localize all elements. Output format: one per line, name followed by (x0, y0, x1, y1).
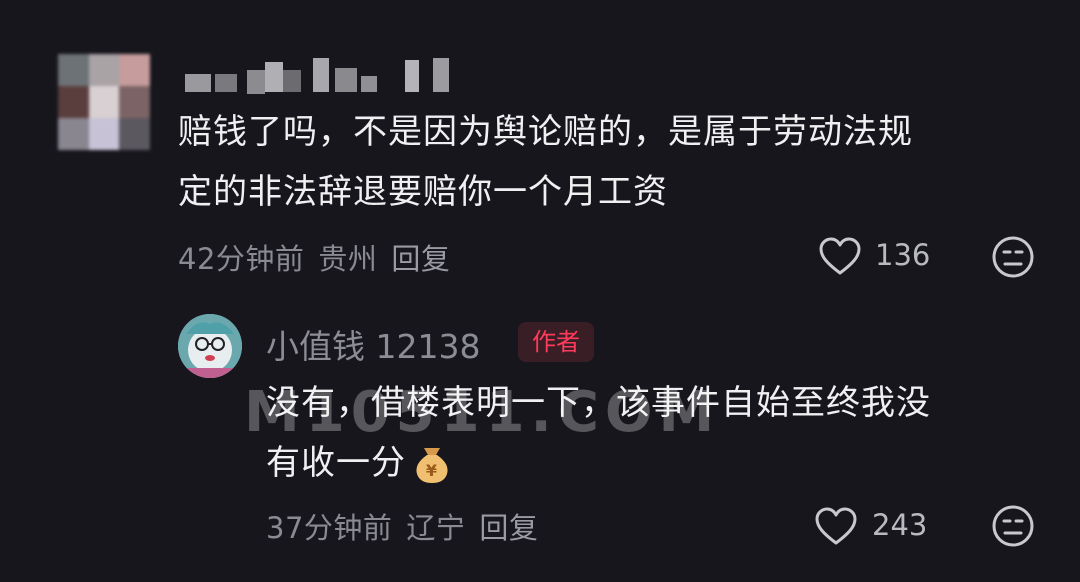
reply-time: 37分钟前 (266, 511, 393, 545)
heart-outline-icon (815, 507, 857, 545)
reply-dislike-button[interactable] (991, 504, 1035, 552)
reply-like-button[interactable] (814, 506, 858, 550)
blurred-username[interactable] (185, 58, 475, 96)
reply-meta: 37分钟前 辽宁 回复 (266, 505, 538, 547)
reply-location: 辽宁 (406, 511, 466, 545)
neutral-face-icon (992, 236, 1034, 278)
avatar-image (178, 314, 242, 378)
comment-like-count: 136 (875, 238, 931, 272)
reply-username[interactable]: 小值钱 12138 (266, 320, 480, 368)
reply-like-count: 243 (872, 508, 928, 542)
comment-reply-button[interactable]: 回复 (391, 242, 450, 276)
comment-location: 贵州 (318, 242, 378, 276)
comment-like-button[interactable] (818, 236, 862, 280)
money-bag-icon: ¥ (416, 448, 448, 483)
comment-meta: 42分钟前 贵州 回复 (178, 236, 450, 278)
author-badge: 作者 (518, 322, 594, 362)
reply-avatar[interactable] (178, 314, 242, 378)
svg-text:¥: ¥ (426, 461, 438, 480)
neutral-face-icon (992, 505, 1034, 547)
blurred-avatar[interactable] (58, 54, 150, 150)
reply-text-line2-row: 有收一分 ¥ (266, 434, 452, 492)
heart-outline-icon (819, 237, 861, 275)
comment-text-line2: 定的非法辞退要赔你一个月工资 (178, 172, 668, 212)
comment-text-line1: 赔钱了吗，不是因为舆论赔的，是属于劳动法规 (178, 112, 913, 152)
reply-text-line1: 没有，借楼表明一下，该事件自始至终我没 (266, 383, 931, 423)
reply-text-line2: 有收一分 (266, 443, 406, 483)
comment-time: 42分钟前 (178, 242, 305, 276)
reply-reply-button[interactable]: 回复 (479, 511, 538, 545)
comment-dislike-button[interactable] (991, 235, 1035, 283)
